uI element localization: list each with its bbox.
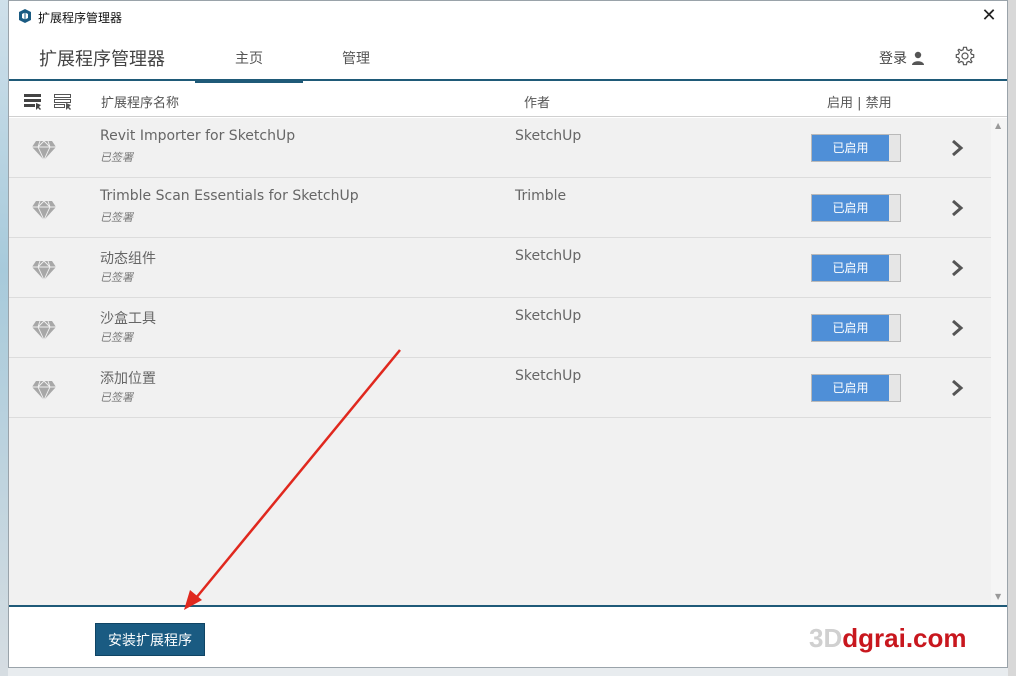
chevron-right-icon[interactable]: [949, 318, 965, 338]
collapse-list-icon[interactable]: [53, 92, 73, 110]
watermark: 3Ddgrai.com: [809, 623, 967, 654]
gem-icon: [32, 200, 56, 221]
list-item[interactable]: 动态组件 已签署 SketchUp 已启用: [9, 238, 991, 298]
chevron-right-icon[interactable]: [949, 378, 965, 398]
column-toggle: 启用 | 禁用: [827, 96, 892, 111]
header: 扩展程序管理器 主页 管理 登录: [9, 31, 1007, 83]
enabled-label: 已启用: [812, 255, 889, 281]
column-header: 扩展程序名称 作者 启用 | 禁用: [9, 83, 1007, 117]
signed-status: 已签署: [100, 211, 133, 224]
list-item[interactable]: 沙盒工具 已签署 SketchUp 已启用: [9, 298, 991, 358]
scroll-down-icon[interactable]: ▼: [995, 593, 1003, 601]
enable-toggle[interactable]: 已启用: [811, 254, 901, 282]
watermark-text: dgrai.com: [842, 623, 967, 653]
extension-author: SketchUp: [515, 248, 582, 264]
enabled-label: 已启用: [812, 135, 889, 161]
extension-author: Trimble: [515, 188, 567, 204]
signed-status: 已签署: [100, 151, 133, 164]
tab-home[interactable]: 主页: [195, 48, 303, 83]
tab-manage[interactable]: 管理: [313, 48, 399, 68]
extension-manager-window: 扩展程序管理器 ✕ 扩展程序管理器 主页 管理 登录 扩展程序名称 作者 启用 …: [8, 0, 1008, 668]
gem-icon: [32, 320, 56, 341]
gem-icon: [32, 260, 56, 281]
enable-toggle[interactable]: 已启用: [811, 194, 901, 222]
signed-status: 已签署: [100, 271, 133, 284]
extension-list: Revit Importer for SketchUp 已签署 SketchUp…: [9, 118, 991, 605]
chevron-right-icon[interactable]: [949, 138, 965, 158]
close-icon[interactable]: ✕: [979, 6, 999, 26]
gem-icon: [32, 140, 56, 161]
expand-list-icon[interactable]: [23, 92, 43, 110]
enable-toggle[interactable]: 已启用: [811, 134, 901, 162]
column-name: 扩展程序名称: [101, 96, 180, 111]
background-app-left-edge: [0, 0, 8, 676]
install-extension-button[interactable]: 安装扩展程序: [95, 623, 205, 656]
enabled-label: 已启用: [812, 375, 889, 401]
list-item[interactable]: Trimble Scan Essentials for SketchUp 已签署…: [9, 178, 991, 238]
gear-icon[interactable]: [954, 45, 976, 67]
column-author: 作者: [524, 96, 551, 111]
extension-name: 沙盒工具: [100, 311, 156, 327]
extension-name: 动态组件: [100, 251, 156, 267]
title-bar: 扩展程序管理器 ✕: [9, 1, 1007, 31]
enable-toggle[interactable]: 已启用: [811, 314, 901, 342]
enabled-label: 已启用: [812, 315, 889, 341]
extension-author: SketchUp: [515, 308, 582, 324]
chevron-right-icon[interactable]: [949, 258, 965, 278]
background-app-right-edge: [1008, 0, 1016, 676]
gem-icon: [32, 380, 56, 401]
enable-toggle[interactable]: 已启用: [811, 374, 901, 402]
extension-name: Revit Importer for SketchUp: [100, 128, 296, 144]
extension-author: SketchUp: [515, 368, 582, 384]
signed-status: 已签署: [100, 391, 133, 404]
chevron-right-icon[interactable]: [949, 198, 965, 218]
extension-name: 添加位置: [100, 371, 156, 387]
enabled-label: 已启用: [812, 195, 889, 221]
sketchup-logo-icon: [19, 9, 31, 23]
app-name: 扩展程序管理器: [39, 49, 165, 70]
login-button[interactable]: 登录: [879, 48, 925, 68]
scroll-up-icon[interactable]: ▲: [995, 122, 1003, 130]
window-title: 扩展程序管理器: [38, 11, 123, 25]
vertical-scrollbar[interactable]: ▲ ▼: [991, 118, 1007, 605]
extension-author: SketchUp: [515, 128, 582, 144]
login-label: 登录: [879, 51, 907, 67]
signed-status: 已签署: [100, 331, 133, 344]
user-icon: [912, 51, 924, 65]
watermark-ghost: 3D: [809, 623, 843, 653]
list-item[interactable]: Revit Importer for SketchUp 已签署 SketchUp…: [9, 118, 991, 178]
list-item[interactable]: 添加位置 已签署 SketchUp 已启用: [9, 358, 991, 418]
footer: 安装扩展程序 3Ddgrai.com: [9, 605, 1007, 667]
extension-name: Trimble Scan Essentials for SketchUp: [100, 188, 359, 204]
